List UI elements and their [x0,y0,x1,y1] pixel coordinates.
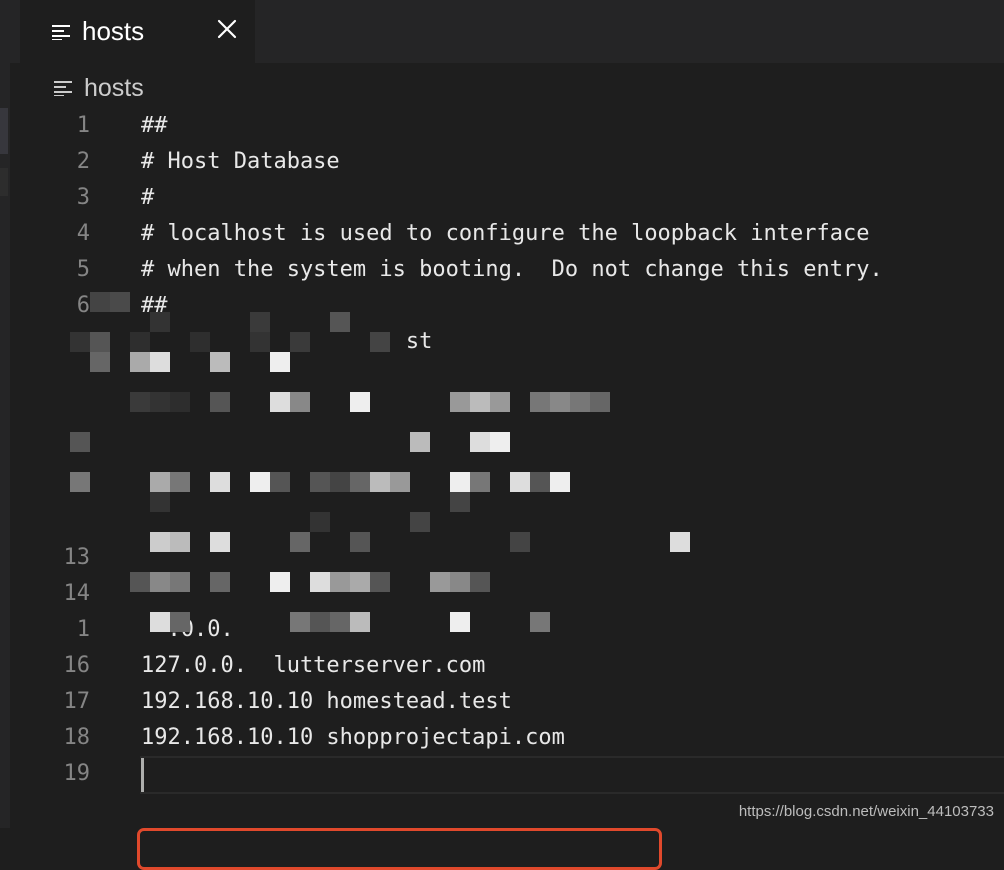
code-line[interactable] [141,756,1004,792]
line-number: 6 [76,293,90,318]
tab-title: hosts [82,16,145,46]
code-line[interactable]: # Host Database [141,144,1004,180]
line-number: 1 [76,617,90,642]
code-line[interactable]: .0.0. [141,612,1004,648]
code-lines[interactable]: ## # Host Database # # localhost is used to… [141,108,1004,792]
line-number: 3 [76,185,90,210]
line-number: 13 [63,545,91,570]
line-number [10,504,90,540]
line-number: 14 [63,581,91,606]
line-number [10,360,90,396]
line-number: 1 [76,113,90,138]
code-line[interactable]: 192.168.10.10 shopprojectapi.com [141,720,1004,756]
code-line[interactable]: # when the system is booting. Do not cha… [141,252,1004,288]
line-number-gutter: 1 2 3 4 5 6 13 14 1 16 17 18 19 [10,108,91,792]
code-line[interactable] [141,468,1004,504]
code-line[interactable] [141,504,1004,540]
line-number: 19 [63,761,91,786]
breadcrumb-file[interactable]: hosts [84,74,144,103]
breadcrumb[interactable]: hosts [54,68,144,108]
line-number: 16 [63,653,91,678]
tab-bar: hosts [10,0,1004,63]
activity-bar-item[interactable] [0,108,8,154]
code-line[interactable]: # [141,180,1004,216]
line-number [10,396,90,432]
code-line[interactable] [141,396,1004,432]
tab-hosts[interactable]: hosts [20,0,255,63]
code-editor[interactable]: 1 2 3 4 5 6 13 14 1 16 17 18 19 ## # Host Database # # … [10,108,1004,870]
activity-bar-item[interactable] [0,168,8,196]
text-caret [141,758,144,792]
line-number: 5 [76,257,90,282]
line-number: 18 [63,725,91,750]
file-lines-icon [54,80,72,96]
code-line[interactable]: # localhost is used to configure the loo… [141,216,1004,252]
code-line[interactable] [141,540,1004,576]
close-icon[interactable] [215,17,239,41]
line-number [10,324,90,360]
activity-bar-edge [0,0,10,828]
code-line[interactable] [141,432,1004,468]
line-number: 17 [63,689,91,714]
file-lines-icon [52,24,70,40]
annotation-highlight-box [137,828,662,870]
code-line[interactable]: st [141,324,1004,360]
watermark: https://blog.csdn.net/weixin_44103733 [738,803,994,820]
code-line[interactable] [141,576,1004,612]
code-line[interactable]: 192.168.10.10 homestead.test [141,684,1004,720]
line-number [10,432,90,468]
line-number: 2 [76,149,90,174]
line-number: 4 [76,221,90,246]
code-line[interactable]: ## [141,288,1004,324]
code-line[interactable]: 127.0.0. lutterserver.com [141,648,1004,684]
line-number [10,468,90,504]
code-line[interactable]: ## [141,108,1004,144]
code-line[interactable] [141,360,1004,396]
